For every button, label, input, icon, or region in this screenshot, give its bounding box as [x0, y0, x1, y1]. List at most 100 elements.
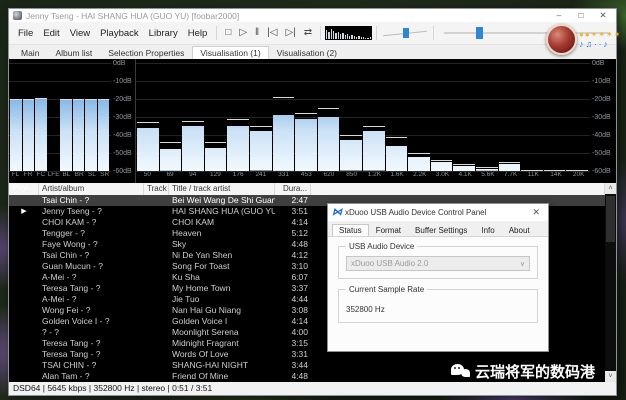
minimize-button[interactable]: – [548, 9, 570, 22]
db-tick-label: 0dB [592, 60, 604, 67]
bar-slot-3.0K [431, 63, 453, 171]
title-cell: Song For Toast [169, 261, 275, 272]
tab-visualisation-2-[interactable]: Visualisation (2) [269, 46, 345, 59]
title-cell: Heaven [169, 228, 275, 239]
column-header-artist[interactable]: Artist/album [39, 183, 144, 195]
spectrum-bar [295, 119, 317, 171]
title-cell: Jie Tuo [169, 294, 275, 305]
scrollbar-thumb[interactable] [606, 196, 615, 242]
artist-cell: Golden Voice I - ? [39, 316, 144, 327]
duration-cell: 4:48 [275, 239, 311, 250]
tab-selection-properties[interactable]: Selection Properties [100, 46, 192, 59]
tab-main[interactable]: Main [13, 46, 47, 59]
mini-spectrum-bar [370, 37, 371, 39]
db-tick-label: -30dB [592, 114, 611, 121]
mini-spectrum-bar [338, 32, 339, 39]
title-cell: Moonlight Serena [169, 327, 275, 338]
tab-visualisation-1-[interactable]: Visualisation (1) [192, 46, 268, 59]
title-cell: HAI SHANG HUA (GUO YU) [169, 206, 275, 217]
random-button[interactable]: ⇄ [300, 25, 316, 41]
bar-slot-7.7K [499, 63, 521, 171]
previous-button[interactable]: |◁ [263, 25, 281, 41]
dialog-close-button[interactable]: ✕ [528, 207, 544, 218]
title-cell: Ni De Yan Shen [169, 250, 275, 261]
playing-cell [9, 228, 39, 239]
track-cell [144, 349, 169, 360]
peak-marker [363, 126, 385, 127]
column-header-track[interactable]: Track ... [144, 183, 169, 195]
db-gridline [136, 171, 590, 172]
bar-slot-SL [85, 63, 97, 171]
spectrum-bar [273, 115, 295, 171]
peak-meter-panel: FLFRFCLFEBLBRSLSR 0dB-10dB-20dB-30dB-40d… [9, 59, 135, 183]
usb-audio-device-dropdown[interactable]: xDuoo USB Audio 2.0 ∨ [346, 256, 530, 271]
menu-playback[interactable]: Playback [95, 28, 144, 39]
playing-cell [9, 349, 39, 360]
playlist-scrollbar[interactable]: ˄ ˅ [605, 183, 616, 382]
close-button[interactable]: ✕ [592, 9, 614, 22]
dialog-tab-info[interactable]: Info [474, 224, 501, 236]
dialog-tab-buffer-settings[interactable]: Buffer Settings [408, 224, 474, 236]
mini-spectrum-bar [333, 31, 334, 39]
db-tick-label: 0dB [113, 60, 125, 67]
spectrum-bar [386, 146, 408, 171]
peak-meter-db-axis: 0dB-10dB-20dB-30dB-40dB-50dB-60dB [111, 63, 135, 183]
spectrum-bar [250, 131, 272, 171]
bar-slot-50 [137, 63, 159, 171]
peak-marker [453, 164, 475, 165]
volume-slider[interactable] [381, 26, 429, 40]
seek-handle[interactable] [476, 27, 483, 39]
db-tick-label: -50dB [592, 150, 611, 157]
dialog-title-bar[interactable]: ⋈ xDuoo USB Audio Device Control Panel ✕ [328, 204, 548, 221]
track-cell [144, 206, 169, 217]
volume-handle[interactable] [403, 28, 409, 38]
xduoo-control-panel-dialog: ⋈ xDuoo USB Audio Device Control Panel ✕… [327, 203, 549, 352]
mini-spectrum-bar [331, 29, 332, 39]
playing-cell [9, 217, 39, 228]
peak-marker [273, 97, 295, 98]
menu-view[interactable]: View [65, 28, 95, 39]
scrollbar-down-arrow[interactable]: ˅ [605, 371, 616, 382]
dialog-tab-status[interactable]: Status [332, 224, 369, 236]
peak-marker [295, 113, 317, 114]
spectrum-bar [340, 140, 362, 171]
playlist-header[interactable]: Playi... Artist/album Track ... Title / … [9, 183, 605, 195]
title-bar[interactable]: Jenny Tseng - HAI SHANG HUA (GUO YU) [fo… [9, 9, 616, 22]
pause-button[interactable]: ‖ [251, 25, 263, 41]
current-sample-rate-label: Current Sample Rate [346, 285, 427, 294]
dialog-tab-about[interactable]: About [502, 224, 537, 236]
menu-library[interactable]: Library [144, 28, 183, 39]
artist-cell: Guan Mucun - ? [39, 261, 144, 272]
column-header-duration[interactable]: Dura... [275, 183, 311, 195]
spectrum-bar [408, 157, 430, 171]
db-tick-label: -40dB [592, 132, 611, 139]
dialog-tab-format[interactable]: Format [369, 224, 408, 236]
peak-marker [10, 99, 22, 100]
spectrum-bar [160, 149, 182, 171]
artist-cell: Teresa Tang - ? [39, 283, 144, 294]
scrollbar-up-arrow[interactable]: ˄ [605, 183, 616, 194]
visualisation-area: FLFRFCLFEBLBRSLSR 0dB-10dB-20dB-30dB-40d… [9, 59, 616, 183]
column-header-title[interactable]: Title / track artist [169, 183, 275, 195]
duration-cell: 3:31 [275, 349, 311, 360]
artist-cell: Tsai Chin - ? [39, 195, 144, 206]
menu-edit[interactable]: Edit [38, 28, 64, 39]
menu-file[interactable]: File [13, 28, 38, 39]
tab-album-list[interactable]: Album list [47, 46, 100, 59]
toolbar-separator [433, 26, 434, 40]
toolbar-separator [320, 26, 321, 40]
maximize-button[interactable]: □ [570, 9, 592, 22]
bar-slot-1.6K [386, 63, 408, 171]
bar-slot-94 [182, 63, 204, 171]
column-header-playing[interactable]: Playi... [9, 183, 39, 195]
scrollbar-track[interactable] [605, 194, 616, 371]
peak-marker [98, 99, 110, 100]
mini-spectrum-bar [365, 38, 366, 39]
menu-help[interactable]: Help [183, 28, 213, 39]
frequency-label: 620 [318, 171, 341, 183]
bar-slot-241 [250, 63, 272, 171]
next-button[interactable]: ▷| [281, 25, 299, 41]
track-cell [144, 327, 169, 338]
stop-button[interactable]: □ [221, 25, 235, 41]
play-button[interactable]: ▷ [235, 25, 251, 41]
